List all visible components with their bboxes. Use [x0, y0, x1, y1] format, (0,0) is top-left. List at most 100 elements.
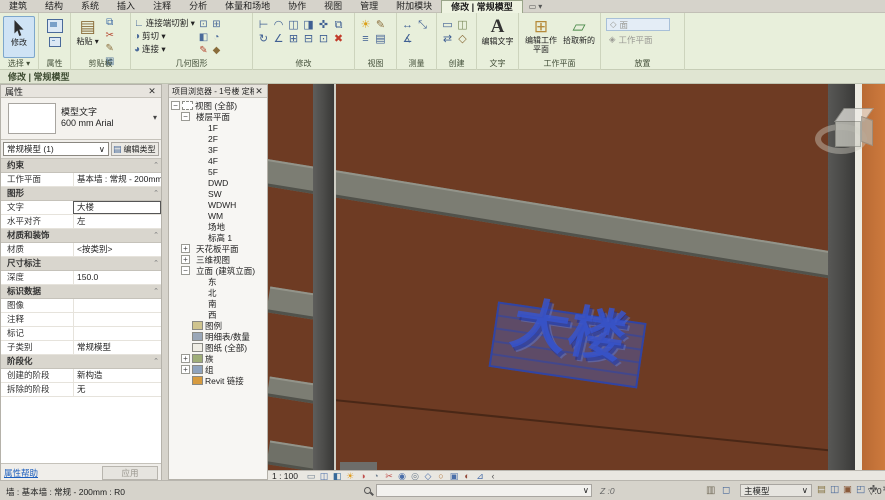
tree-item[interactable]: 楼层平面	[169, 111, 267, 122]
create-assembly-icon[interactable]: ⇄	[440, 32, 455, 46]
show-crop-icon[interactable]: ◉	[396, 471, 408, 481]
tree-item[interactable]: 标高 1	[169, 232, 267, 243]
edit-work-plane-button[interactable]: ⊞ 编辑工作平面	[522, 16, 560, 58]
status-search-box[interactable]: ∨	[376, 484, 592, 497]
section-pin-icon[interactable]: ⌃	[151, 285, 161, 298]
geometry-dropdown-button[interactable]: ◕ 连接 ▾	[134, 43, 195, 55]
geometry-dropdown-button[interactable]: ◑ 剪切 ▾	[134, 30, 195, 42]
worksharing-display-icon[interactable]: ◫	[829, 485, 840, 495]
properties-button[interactable]	[42, 16, 67, 58]
exclude-options-icon[interactable]: ◰	[855, 485, 866, 495]
lightbulb-icon[interactable]: ☀	[358, 18, 373, 32]
demolish-icon[interactable]: ◆	[210, 44, 223, 57]
angle-dimension-icon[interactable]: ∡	[400, 32, 415, 46]
column-left[interactable]	[313, 84, 334, 470]
property-value[interactable]: 常规模型	[73, 341, 161, 354]
tree-item[interactable]: 天花板平面	[169, 243, 267, 254]
reveal-hidden-icon[interactable]: ○	[435, 471, 447, 481]
tree-item[interactable]: 北	[169, 287, 267, 298]
analytical-icon[interactable]: ⊿	[474, 471, 486, 481]
worksets-dialog-icon[interactable]: ◻	[722, 485, 730, 496]
placement-workplane-option[interactable]: ◈ 工作平面	[606, 33, 670, 46]
temporary-view-icon[interactable]: ◐	[461, 471, 473, 481]
tree-toggle-icon[interactable]	[181, 244, 190, 253]
tree-item[interactable]: DWD	[169, 177, 267, 188]
view-scale-button[interactable]: 1 : 100	[272, 471, 298, 481]
properties-help-link[interactable]: 属性帮助	[4, 467, 102, 479]
pin-icon[interactable]: ⊡	[316, 32, 331, 46]
chevron-down-icon[interactable]: ▾	[153, 113, 157, 122]
create-parts-icon[interactable]: ◇	[455, 32, 470, 46]
scale-icon[interactable]: ▭	[305, 471, 317, 481]
scroll-left-icon[interactable]: ‹	[487, 471, 499, 481]
move-icon[interactable]: ✜	[316, 18, 331, 32]
tree-item[interactable]: SW	[169, 188, 267, 199]
tree-item[interactable]: 明细表/数量	[169, 331, 267, 342]
ribbon-display-toggle[interactable]: ▭ ▾	[529, 2, 543, 11]
temporary-hide-icon[interactable]: ◇	[422, 471, 434, 481]
horizontal-scrollbar-thumb[interactable]	[340, 462, 377, 470]
tree-item[interactable]: 西	[169, 309, 267, 320]
element-filter-combobox[interactable]: 常规模型 (1) ∨	[3, 142, 109, 156]
editing-requests-badge[interactable]: Z :0	[600, 486, 615, 496]
match-type-icon[interactable]: ✎	[103, 42, 116, 55]
tree-toggle-icon[interactable]	[181, 354, 190, 363]
property-value[interactable]: 基本墙 : 常规 - 200mm	[73, 173, 161, 186]
ribbon-tab[interactable]: 插入	[108, 0, 144, 13]
copy-element-icon[interactable]: ⧉	[331, 18, 346, 32]
cut-icon[interactable]: ✂	[103, 29, 116, 42]
tree-item[interactable]: 族	[169, 353, 267, 364]
tree-item[interactable]: 5F	[169, 166, 267, 177]
ribbon-tab[interactable]: 系统	[72, 0, 108, 13]
tree-item[interactable]: 东	[169, 276, 267, 287]
tree-item[interactable]: 立面 (建筑立面)	[169, 265, 267, 276]
split-icon[interactable]: ⊟	[301, 32, 316, 46]
wall-beam-left-bottom[interactable]	[268, 440, 317, 470]
property-value[interactable]	[73, 299, 161, 312]
ribbon-tab[interactable]: 管理	[351, 0, 387, 13]
measure-chain-icon[interactable]: ⤡	[415, 18, 430, 32]
tree-item[interactable]: WDWH	[169, 199, 267, 210]
property-value[interactable]: 150.0	[73, 271, 161, 284]
tree-item[interactable]: 1F	[169, 122, 267, 133]
lock-3d-icon[interactable]: ◎	[409, 471, 421, 481]
paint-icon[interactable]: ✎	[197, 44, 210, 57]
tree-toggle-icon[interactable]	[181, 365, 190, 374]
hide-icon[interactable]: ▤	[373, 32, 388, 46]
group-label-select[interactable]: 选择 ▾	[0, 58, 38, 69]
selected-model-text[interactable]: 大楼	[488, 292, 648, 393]
tree-item[interactable]: 三维视图	[169, 254, 267, 265]
property-value[interactable]: 新构造	[73, 369, 161, 382]
property-value[interactable]: 无	[73, 383, 161, 396]
delete-icon[interactable]: ✖	[331, 32, 346, 46]
ribbon-tab[interactable]: 附加模块	[387, 0, 441, 13]
measure-length-icon[interactable]: ↔	[400, 18, 415, 32]
tree-item[interactable]: 视图 (全部)	[169, 100, 267, 111]
create-group-icon[interactable]: ◫	[455, 18, 470, 32]
tree-toggle-icon[interactable]	[171, 101, 180, 110]
beam-join-icon[interactable]: ⊞	[210, 18, 223, 31]
view-cube-front-face[interactable]	[835, 121, 861, 147]
edit-type-button[interactable]: ▤ 编辑类型	[111, 142, 159, 156]
offset-icon[interactable]: ◠	[271, 18, 286, 32]
section-pin-icon[interactable]: ⌃	[151, 229, 161, 242]
tree-item[interactable]: 南	[169, 298, 267, 309]
tree-toggle-icon[interactable]	[181, 255, 190, 264]
rotate-icon[interactable]: ↻	[256, 32, 271, 46]
wall-beam-left-upper[interactable]	[268, 286, 317, 319]
editable-only-toggle-icon[interactable]: ▥	[706, 485, 715, 496]
section-pin-icon[interactable]: ⌃	[151, 159, 161, 172]
editable-only-icon[interactable]: ▤	[816, 485, 827, 495]
tree-toggle-icon[interactable]	[181, 266, 190, 275]
property-value[interactable]	[73, 313, 161, 326]
tree-item[interactable]: WM	[169, 210, 267, 221]
edit-text-button[interactable]: A 编辑文字	[480, 16, 515, 58]
section-pin-icon[interactable]: ⌃	[151, 187, 161, 200]
shadows-icon[interactable]: ◑	[357, 471, 369, 481]
ribbon-tab[interactable]: 注释	[144, 0, 180, 13]
tree-item[interactable]: Revit 链接	[169, 375, 267, 386]
property-value[interactable]	[73, 327, 161, 340]
ribbon-tab[interactable]: 结构	[36, 0, 72, 13]
property-value[interactable]: 大楼	[73, 201, 161, 214]
split-face-icon[interactable]: ◧	[197, 31, 210, 44]
